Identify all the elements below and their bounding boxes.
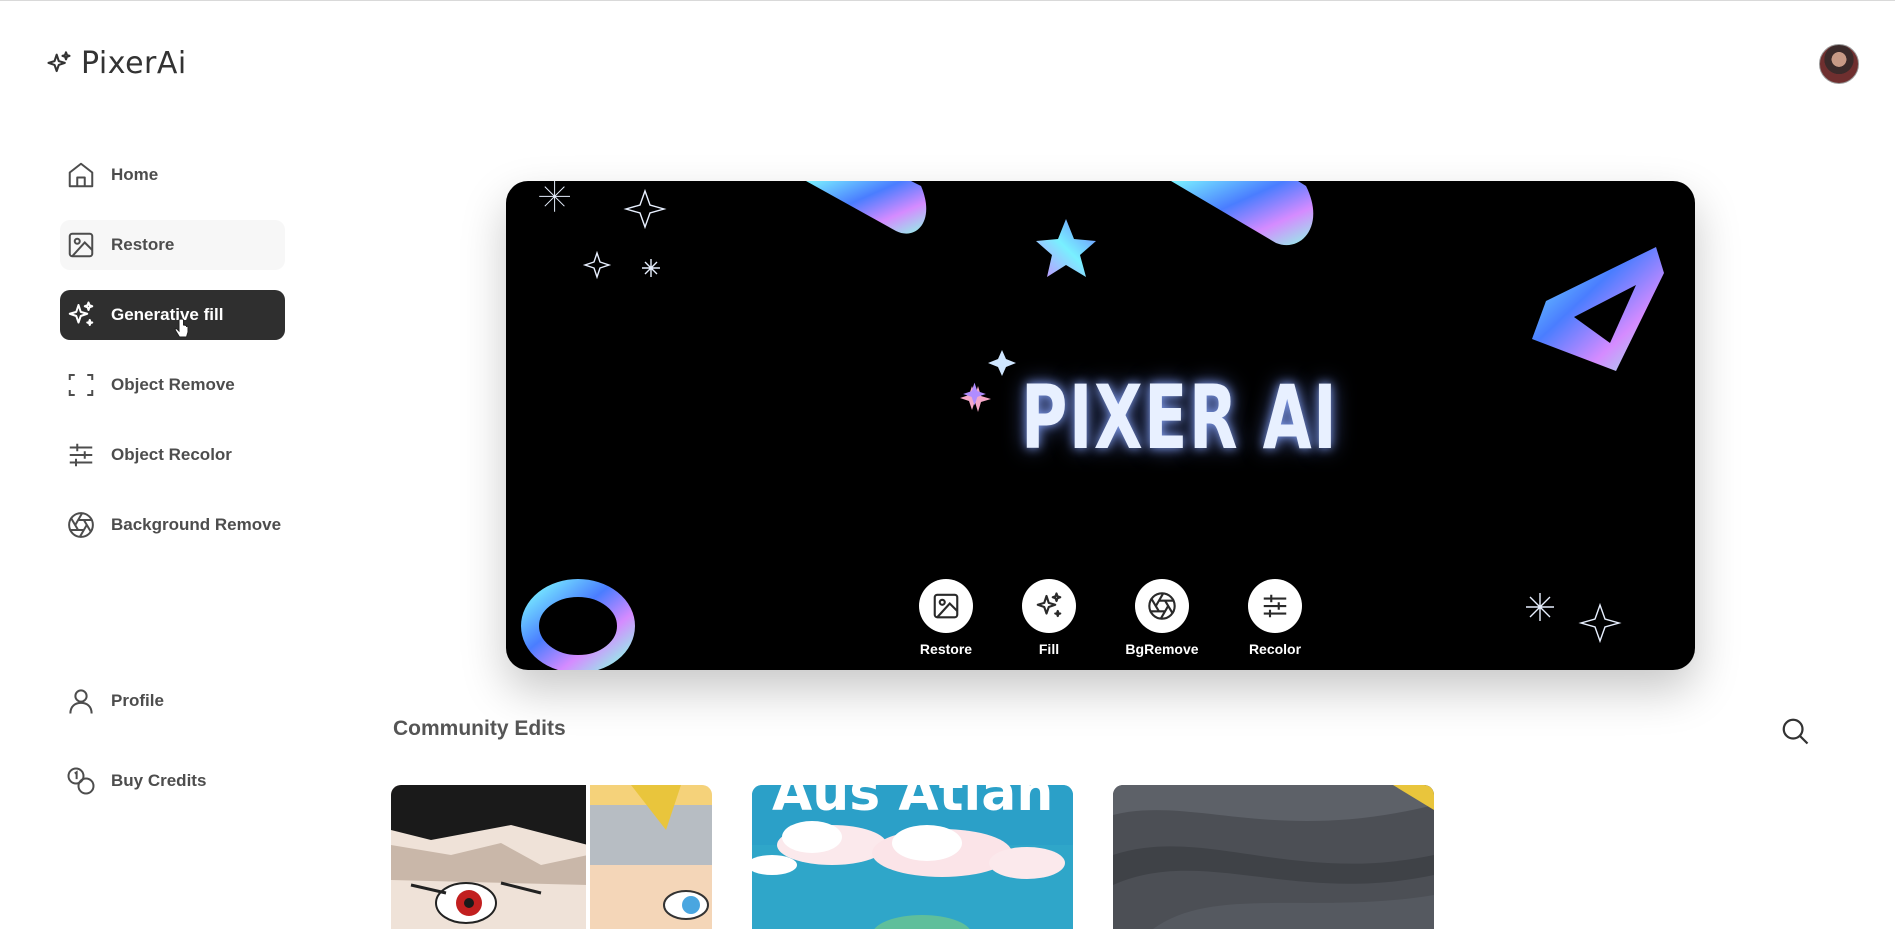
card-overlay-text: Aus Atlan: [772, 785, 1054, 823]
community-edits-title: Community Edits: [393, 717, 566, 740]
sidebar-item-label: Buy Credits: [111, 771, 207, 790]
search-icon[interactable]: [1780, 716, 1810, 746]
image-icon: [919, 579, 973, 633]
sidebar-item-label: Object Remove: [111, 375, 235, 394]
hero-action-restore[interactable]: Restore: [891, 579, 1001, 657]
hero-action-label: Recolor: [1248, 641, 1302, 657]
sidebar-item-label: Object Recolor: [111, 445, 232, 464]
coins-icon: [65, 765, 97, 797]
sliders-icon: [65, 439, 97, 471]
hero-banner: PIXER AI Restore Fill BgRemove Recolor: [506, 181, 1695, 670]
home-icon: [65, 159, 97, 191]
hero-actions: Restore Fill BgRemove Recolor: [906, 579, 1306, 659]
aperture-icon: [65, 509, 97, 541]
community-card-image: [391, 785, 712, 929]
sidebar-item-label: Home: [111, 165, 159, 184]
aperture-icon: [1135, 579, 1189, 633]
hero-title: PIXER AI: [1021, 366, 1339, 469]
sliders-icon: [1248, 579, 1302, 633]
sidebar-item-object-recolor[interactable]: Object Recolor: [60, 430, 285, 480]
hero-action-label: Restore: [919, 641, 973, 657]
hero-action-label: BgRemove: [1125, 641, 1199, 657]
image-icon: [65, 229, 97, 261]
community-card-image: [1113, 785, 1434, 929]
scan-frame-icon: [65, 369, 97, 401]
sparkles-icon: [1022, 579, 1076, 633]
hero-action-bgremove[interactable]: BgRemove: [1107, 579, 1217, 657]
sidebar-item-label: Generative fill: [111, 305, 224, 324]
sidebar-item-home[interactable]: Home: [60, 150, 285, 200]
community-card[interactable]: [1113, 785, 1434, 929]
app-name: PixerAi: [81, 46, 187, 81]
app-logo[interactable]: PixerAi: [45, 46, 187, 81]
sidebar-item-label: Restore: [111, 235, 175, 254]
sidebar-item-buy-credits[interactable]: Buy Credits: [60, 756, 285, 806]
sidebar-item-object-remove[interactable]: Object Remove: [60, 360, 285, 410]
user-avatar[interactable]: [1819, 44, 1859, 84]
sidebar-item-background-remove[interactable]: Background Remove: [60, 500, 285, 550]
sidebar-item-label: Background Remove: [111, 515, 282, 534]
hand-cursor-icon: [174, 318, 189, 338]
community-card[interactable]: [391, 785, 712, 929]
hero-action-label: Fill: [1038, 641, 1060, 657]
hero-action-fill[interactable]: Fill: [994, 579, 1104, 657]
community-card[interactable]: Aus Atlan: [752, 785, 1073, 929]
sidebar-item-profile[interactable]: Profile: [60, 676, 285, 726]
top-border: [0, 0, 1895, 1]
sparkles-icon: [65, 299, 97, 331]
hero-action-recolor[interactable]: Recolor: [1220, 579, 1330, 657]
sidebar-item-generative-fill[interactable]: Generative fill: [60, 290, 285, 340]
sidebar-item-restore[interactable]: Restore: [60, 220, 285, 270]
sidebar-item-label: Profile: [111, 691, 164, 710]
user-icon: [65, 685, 97, 717]
sparkles-icon: [47, 50, 71, 72]
